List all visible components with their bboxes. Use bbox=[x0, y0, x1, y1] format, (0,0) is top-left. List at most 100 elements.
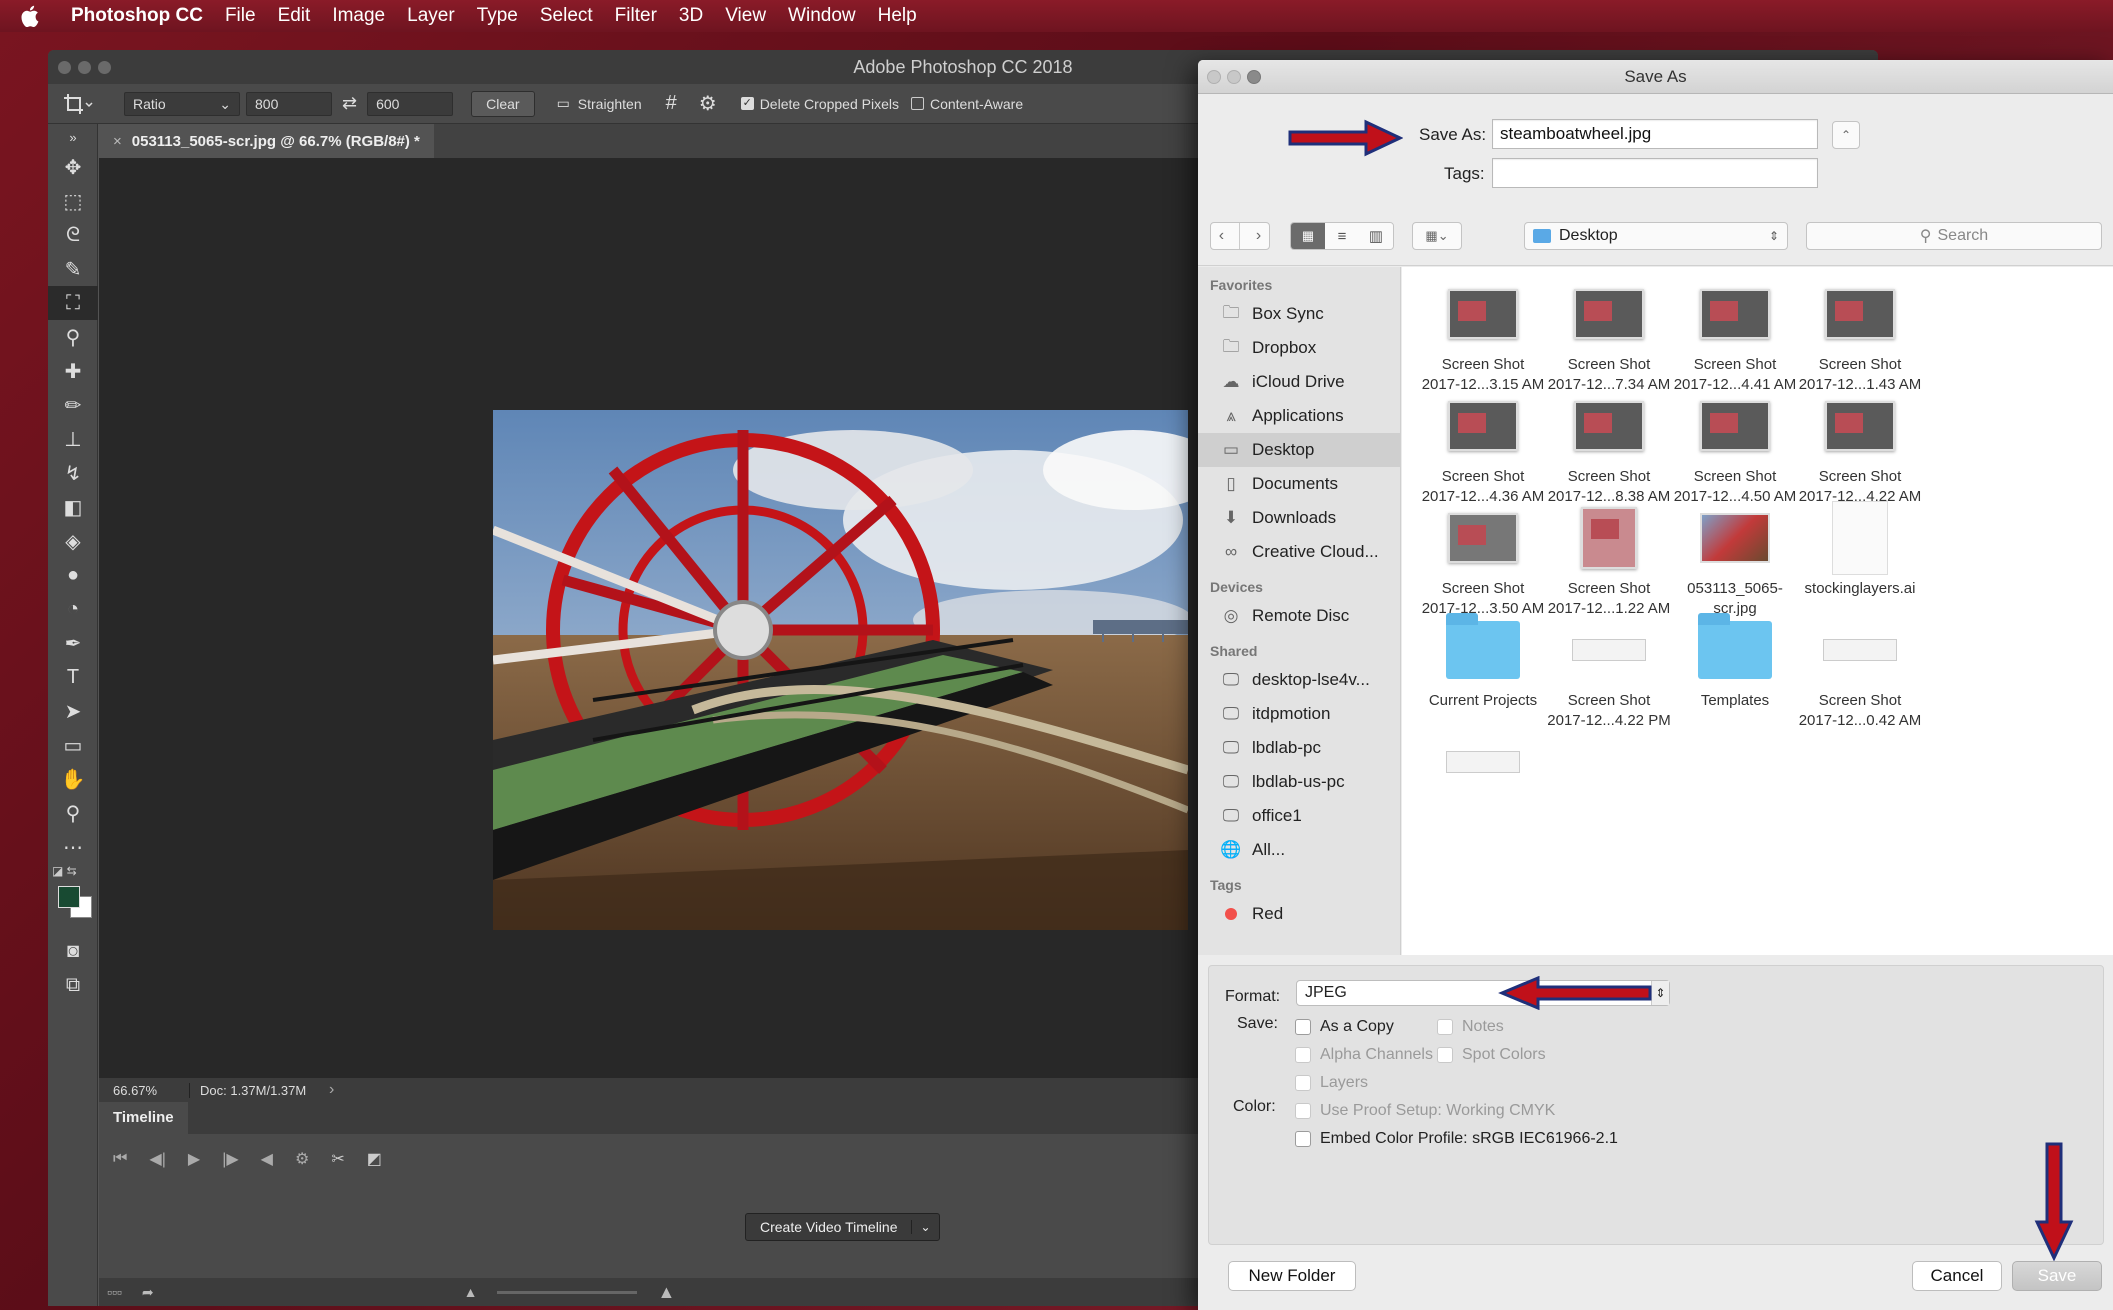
screen-mode-icon[interactable]: ⧉ bbox=[48, 968, 98, 1002]
timeline-zoom-slider[interactable] bbox=[497, 1290, 638, 1294]
audio-icon[interactable]: ◀ bbox=[261, 1149, 273, 1169]
menu-help[interactable]: Help bbox=[867, 0, 928, 32]
list-view-icon[interactable]: ≡ bbox=[1325, 223, 1359, 249]
height-field[interactable]: 600 bbox=[367, 91, 454, 116]
sidebar-item-shared-computer[interactable]: 🖵 office1 bbox=[1198, 799, 1400, 833]
minimize-window-button[interactable] bbox=[78, 61, 91, 74]
menu-photoshop[interactable]: Photoshop CC bbox=[60, 0, 214, 32]
width-field[interactable]: 800 bbox=[246, 91, 332, 116]
overlay-grid-icon[interactable]: # bbox=[666, 92, 677, 115]
create-video-timeline-button[interactable]: Create Video Timeline ⌄ bbox=[745, 1213, 940, 1241]
zoom-dialog-button[interactable] bbox=[1247, 70, 1261, 84]
zoom-in-mountain-icon[interactable]: ▲ bbox=[657, 1282, 675, 1303]
dodge-tool-icon[interactable]: ◔ bbox=[48, 592, 98, 626]
menu-layer[interactable]: Layer bbox=[396, 0, 466, 32]
menu-window[interactable]: Window bbox=[777, 0, 867, 32]
type-tool-icon[interactable]: T bbox=[48, 660, 98, 694]
delete-cropped-checkbox[interactable]: ✓ Delete Cropped Pixels bbox=[740, 96, 899, 112]
zoom-window-button[interactable] bbox=[98, 61, 111, 74]
close-tab-icon[interactable]: × bbox=[113, 133, 122, 150]
save-button[interactable]: Save bbox=[2012, 1261, 2102, 1291]
next-frame-icon[interactable]: |▶ bbox=[222, 1149, 238, 1169]
menu-view[interactable]: View bbox=[714, 0, 777, 32]
close-dialog-button[interactable] bbox=[1207, 70, 1221, 84]
lasso-tool-icon[interactable]: ᘓ bbox=[48, 218, 98, 252]
menu-filter[interactable]: Filter bbox=[604, 0, 668, 32]
notes-checkbox[interactable]: Notes bbox=[1437, 1018, 1504, 1036]
gear-icon[interactable]: ⚙ bbox=[699, 91, 717, 116]
file-item[interactable]: Screen Shot 2017-12...1.43 AM bbox=[1780, 267, 1940, 395]
sidebar-item-downloads[interactable]: ⬇ Downloads bbox=[1198, 501, 1400, 535]
zoom-out-mountain-icon[interactable]: ▲ bbox=[464, 1284, 478, 1300]
menu-type[interactable]: Type bbox=[466, 0, 529, 32]
use-proof-setup-checkbox[interactable]: Use Proof Setup: Working CMYK bbox=[1295, 1102, 1555, 1120]
quick-mask-icon[interactable]: ◙ bbox=[48, 934, 98, 968]
blur-tool-icon[interactable]: ● bbox=[48, 558, 98, 592]
group-by-button[interactable]: ▦⌄ bbox=[1412, 222, 1462, 250]
menu-file[interactable]: File bbox=[214, 0, 267, 32]
sidebar-item-icloud-drive[interactable]: ☁ iCloud Drive bbox=[1198, 365, 1400, 399]
sidebar-item-creative-cloud[interactable]: ∞ Creative Cloud... bbox=[1198, 535, 1400, 569]
chevron-down-icon[interactable]: ⌄ bbox=[911, 1220, 938, 1234]
alpha-channels-checkbox[interactable]: Alpha Channels bbox=[1295, 1046, 1433, 1064]
sidebar-item-applications[interactable]: ⩓ Applications bbox=[1198, 399, 1400, 433]
rectangle-tool-icon[interactable]: ▭ bbox=[48, 728, 98, 762]
forward-icon[interactable]: › bbox=[1256, 227, 1261, 245]
sidebar-item-documents[interactable]: ▯ Documents bbox=[1198, 467, 1400, 501]
paint-bucket-tool-icon[interactable]: ◈ bbox=[48, 524, 98, 558]
crop-tool-preset-icon[interactable] bbox=[48, 93, 108, 115]
minimize-dialog-button[interactable] bbox=[1227, 70, 1241, 84]
as-a-copy-checkbox[interactable]: As a Copy bbox=[1295, 1018, 1394, 1036]
healing-brush-tool-icon[interactable]: ✚ bbox=[48, 354, 98, 388]
more-tools-icon[interactable]: ⋯ bbox=[48, 830, 98, 864]
straighten-button[interactable]: ▭ Straighten bbox=[557, 95, 642, 112]
sidebar-item-dropbox[interactable]: 🗀 Dropbox bbox=[1198, 331, 1400, 365]
sidebar-item-remote-disc[interactable]: ◎ Remote Disc bbox=[1198, 599, 1400, 633]
sidebar-item-shared-computer[interactable]: 🖵 lbdlab-pc bbox=[1198, 731, 1400, 765]
file-item[interactable]: Screen Shot 2017-12...0.42 AM bbox=[1780, 603, 1940, 731]
marquee-tool-icon[interactable]: ⬚ bbox=[48, 184, 98, 218]
spot-colors-checkbox[interactable]: Spot Colors bbox=[1437, 1046, 1546, 1064]
first-frame-icon[interactable]: ⏮ bbox=[113, 1150, 127, 1168]
close-window-button[interactable] bbox=[58, 61, 71, 74]
path-select-tool-icon[interactable]: ➤ bbox=[48, 694, 98, 728]
layers-checkbox[interactable]: Layers bbox=[1295, 1074, 1368, 1092]
swap-dimensions-icon[interactable]: ⇄ bbox=[342, 93, 357, 114]
zoom-tool-icon[interactable]: ⚲ bbox=[48, 796, 98, 830]
sidebar-item-box-sync[interactable]: 🗀 Box Sync bbox=[1198, 297, 1400, 331]
clear-button[interactable]: Clear bbox=[471, 90, 535, 117]
location-popup[interactable]: Desktop ⇕ bbox=[1524, 222, 1788, 250]
search-field[interactable]: ⚲ Search bbox=[1806, 222, 2102, 250]
collapse-icon[interactable]: » bbox=[48, 124, 98, 150]
file-item[interactable] bbox=[1403, 715, 1563, 803]
crop-tool-icon[interactable]: ⛶ bbox=[48, 286, 98, 320]
file-item[interactable]: Screen Shot 2017-12...4.22 AM bbox=[1780, 379, 1940, 507]
eraser-tool-icon[interactable]: ◧ bbox=[48, 490, 98, 524]
eyedropper-tool-icon[interactable]: ⚲ bbox=[48, 320, 98, 354]
back-icon[interactable]: ‹ bbox=[1219, 227, 1224, 245]
menu-3d[interactable]: 3D bbox=[668, 0, 714, 32]
clone-stamp-tool-icon[interactable]: ⊥ bbox=[48, 422, 98, 456]
sidebar-item-shared-computer[interactable]: 🖵 itdpmotion bbox=[1198, 697, 1400, 731]
menu-edit[interactable]: Edit bbox=[267, 0, 322, 32]
sidebar-item-tag-red[interactable]: Red bbox=[1198, 897, 1400, 931]
back-forward-buttons[interactable]: ‹ › bbox=[1210, 222, 1270, 250]
hand-tool-icon[interactable]: ✋ bbox=[48, 762, 98, 796]
pen-tool-icon[interactable]: ✒ bbox=[48, 626, 98, 660]
quick-select-tool-icon[interactable]: ✎ bbox=[48, 252, 98, 286]
ratio-select[interactable]: Ratio ⌄ bbox=[124, 91, 240, 116]
scissors-icon[interactable]: ✂ bbox=[331, 1149, 344, 1169]
sidebar-item-shared-computer[interactable]: 🖵 lbdlab-us-pc bbox=[1198, 765, 1400, 799]
chevron-right-icon[interactable]: › bbox=[329, 1081, 334, 1099]
icon-view-icon[interactable]: ▦ bbox=[1291, 223, 1325, 249]
zoom-level[interactable]: 66.67% bbox=[99, 1083, 189, 1098]
default-colors-icon[interactable]: ◪ ⇆ bbox=[52, 864, 77, 878]
share-icon[interactable]: ➦ bbox=[142, 1284, 154, 1301]
menu-select[interactable]: Select bbox=[529, 0, 604, 32]
tags-field[interactable] bbox=[1492, 158, 1818, 188]
color-swatches[interactable]: ◪ ⇆ bbox=[48, 864, 97, 934]
history-brush-tool-icon[interactable]: ↯ bbox=[48, 456, 98, 490]
new-folder-button[interactable]: New Folder bbox=[1228, 1261, 1356, 1291]
play-icon[interactable]: ▶ bbox=[188, 1149, 200, 1169]
sidebar-item-shared-all[interactable]: 🌐 All... bbox=[1198, 833, 1400, 867]
